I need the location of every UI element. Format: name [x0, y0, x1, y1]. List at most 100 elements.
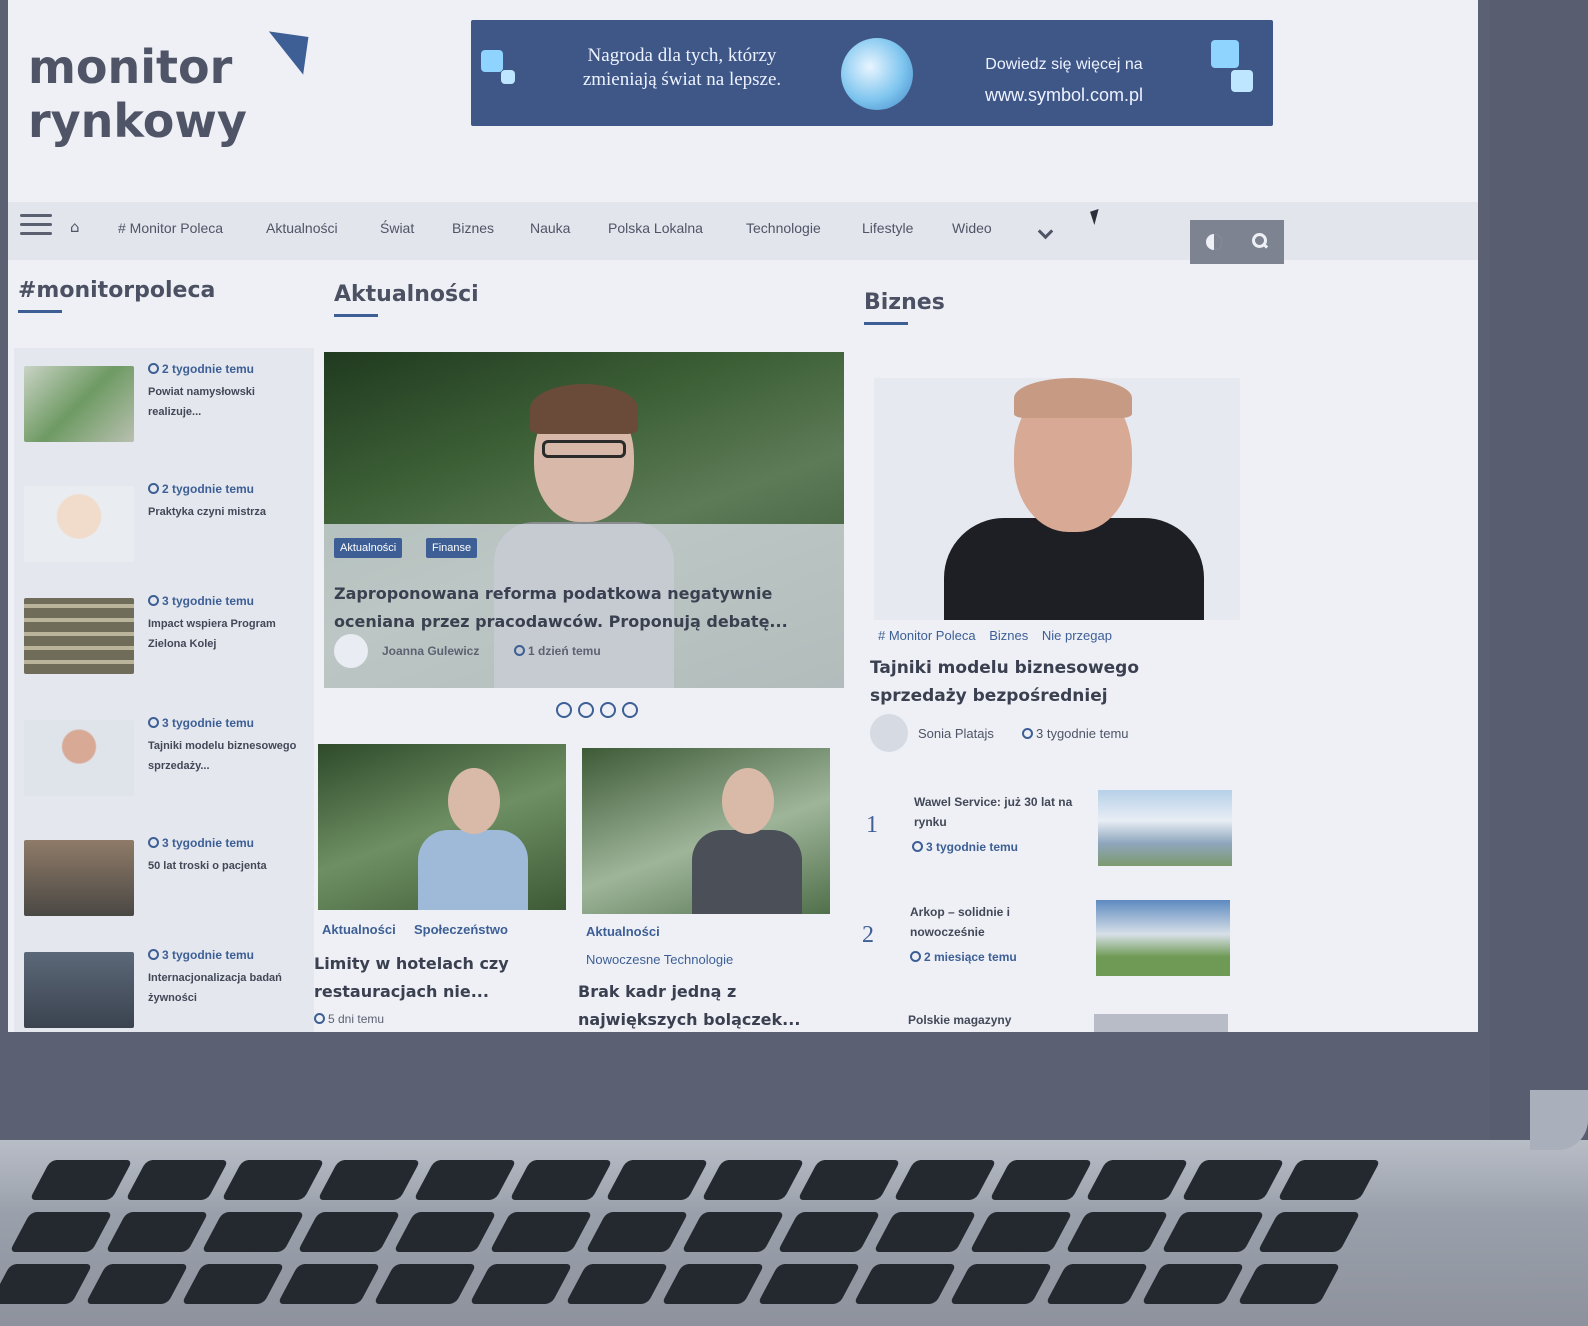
article-time: 2 tygodnie temu — [148, 362, 298, 376]
featured-time: 1 dzień temu — [514, 644, 601, 658]
tag-aktualnosci[interactable]: Aktualności — [334, 538, 403, 558]
featured-time-text: 1 dzień temu — [528, 644, 601, 658]
biznes-featured-photo[interactable] — [874, 378, 1240, 620]
laptop-photo: monitor rynkowy Nagroda dla tych, którzy… — [0, 0, 1588, 1326]
globe-icon — [841, 38, 913, 110]
ad-banner[interactable]: Nagroda dla tych, którzy zmieniają świat… — [471, 20, 1273, 126]
article-title[interactable]: 50 lat troski o pacjenta — [148, 856, 298, 876]
section-title-aktualnosci[interactable]: Aktualności — [334, 282, 479, 307]
list-item[interactable]: 3 tygodnie temu Tajniki modelu biznesowe… — [24, 706, 314, 806]
article-time: 3 tygodnie temu — [148, 836, 298, 850]
slider-dot[interactable] — [556, 702, 572, 718]
nav-tools — [1190, 220, 1284, 264]
banner-text-right-line1: Dowiedz się więcej na — [985, 56, 1143, 73]
clock-icon — [148, 363, 159, 374]
banner-url[interactable]: www.symbol.com.pl — [959, 80, 1169, 110]
logo-arrow-icon — [263, 31, 309, 75]
clock-icon — [1022, 728, 1033, 739]
clock-icon — [910, 951, 921, 962]
dark-mode-toggle-icon[interactable] — [1206, 234, 1222, 250]
nav-item-lifestyle[interactable]: Lifestyle — [862, 220, 913, 236]
article-time-text: 3 tygodnie temu — [162, 716, 255, 730]
article-image[interactable] — [582, 748, 830, 914]
card-time-text: 5 dni temu — [328, 1012, 385, 1026]
nav-item-wideo[interactable]: Wideo — [952, 220, 992, 236]
article-time-text: 3 tygodnie temu — [162, 948, 255, 962]
article-thumbnail[interactable] — [24, 486, 134, 562]
nav-item-biznes[interactable]: Biznes — [452, 220, 494, 236]
article-thumbnail[interactable] — [24, 720, 134, 796]
nav-item-swiat[interactable]: Świat — [380, 220, 414, 236]
slider-dot[interactable] — [600, 702, 616, 718]
biznes-category[interactable]: # Monitor Poleca — [878, 628, 976, 643]
hamburger-menu-icon[interactable] — [20, 214, 52, 238]
banner-text-left: Nagroda dla tych, którzy zmieniają świat… — [567, 44, 797, 92]
list-item[interactable]: 3 tygodnie temu Internacjonalizacja bada… — [24, 938, 314, 1032]
article-thumbnail[interactable] — [24, 598, 134, 674]
biznes-categories: # Monitor Poleca Biznes Nie przegap — [878, 628, 1122, 643]
article-title[interactable]: Powiat namysłowski realizuje... — [148, 382, 298, 422]
clock-icon — [148, 595, 159, 606]
card-category[interactable]: Aktualności — [322, 922, 396, 937]
list-item[interactable]: 3 tygodnie temu 50 lat troski o pacjenta — [24, 826, 314, 926]
biznes-author[interactable]: Sonia Platajs — [918, 726, 994, 741]
article-thumbnail[interactable] — [24, 366, 134, 442]
clock-icon — [148, 717, 159, 728]
nav-item-technologie[interactable]: Technologie — [746, 220, 821, 236]
nav-item-monitor-poleca[interactable]: # Monitor Poleca — [118, 220, 223, 236]
clock-icon — [514, 645, 525, 656]
ranked-time: 3 tygodnie temu — [912, 840, 1018, 854]
article-title[interactable]: Internacjonalizacja badań żywności — [148, 968, 298, 1008]
site-logo[interactable]: monitor rynkowy — [28, 31, 309, 148]
puzzle-icon — [1211, 40, 1239, 68]
clock-icon — [148, 483, 159, 494]
logo-line2: rynkowy — [28, 94, 247, 148]
puzzle-icon — [481, 50, 503, 72]
section-underline — [18, 310, 62, 313]
search-icon[interactable] — [1252, 233, 1268, 249]
ranked-title[interactable]: Polskie magazyny — [908, 1010, 1084, 1030]
featured-slide[interactable]: Aktualności Finanse Zaproponowana reform… — [324, 352, 844, 688]
featured-author[interactable]: Joanna Gulewicz — [382, 644, 479, 658]
biznes-category[interactable]: Nie przegap — [1042, 628, 1112, 643]
laptop-hinge — [1530, 1090, 1588, 1150]
article-thumbnail[interactable] — [24, 952, 134, 1028]
nav-item-aktualnosci[interactable]: Aktualności — [266, 220, 338, 236]
card-title[interactable]: Brak kadr jedną z największych bolączek.… — [578, 978, 838, 1032]
biznes-category[interactable]: Biznes — [989, 628, 1028, 643]
ranked-thumbnail[interactable] — [1096, 900, 1230, 976]
card-category[interactable]: Aktualności — [586, 924, 660, 939]
section-underline — [864, 322, 908, 325]
article-title[interactable]: Impact wspiera Program Zielona Kolej — [148, 614, 298, 654]
section-title-monitorpoleca[interactable]: #monitorpoleca — [18, 278, 215, 303]
puzzle-icon — [501, 70, 515, 84]
slider-dot[interactable] — [622, 702, 638, 718]
featured-title[interactable]: Zaproponowana reforma podatkowa negatywn… — [334, 580, 834, 636]
nav-item-polska-lokalna[interactable]: Polska Lokalna — [608, 220, 703, 236]
article-title[interactable]: Tajniki modelu biznesowego sprzedaży... — [148, 736, 298, 776]
list-item[interactable]: 2 tygodnie temu Praktyka czyni mistrza — [24, 472, 314, 572]
chevron-down-icon[interactable] — [1038, 226, 1052, 240]
section-title-biznes[interactable]: Biznes — [864, 290, 945, 315]
article-time: 2 tygodnie temu — [148, 482, 298, 496]
slider-dot[interactable] — [578, 702, 594, 718]
nav-item-nauka[interactable]: Nauka — [530, 220, 570, 236]
ranked-title[interactable]: Wawel Service: już 30 lat na rynku — [914, 792, 1090, 832]
card-category[interactable]: Nowoczesne Technologie — [586, 952, 733, 967]
article-thumbnail[interactable] — [24, 840, 134, 916]
article-time-text: 2 tygodnie temu — [162, 362, 255, 376]
list-item[interactable]: 2 tygodnie temu Powiat namysłowski reali… — [24, 352, 314, 452]
home-icon[interactable]: ⌂ — [70, 218, 80, 236]
ranked-thumbnail[interactable] — [1094, 1014, 1228, 1032]
biznes-title[interactable]: Tajniki modelu biznesowego sprzedaży bez… — [870, 654, 1200, 710]
article-title[interactable]: Praktyka czyni mistrza — [148, 502, 298, 522]
tag-finanse[interactable]: Finanse — [426, 538, 478, 558]
author-avatar — [334, 634, 368, 668]
article-image[interactable] — [318, 744, 566, 910]
card-category[interactable]: Społeczeństwo — [414, 922, 508, 937]
rank-number: 2 — [862, 922, 874, 948]
ranked-thumbnail[interactable] — [1098, 790, 1232, 866]
ranked-title[interactable]: Arkop – solidnie i nowocześnie — [910, 902, 1086, 942]
list-item[interactable]: 3 tygodnie temu Impact wspiera Program Z… — [24, 584, 314, 684]
card-title[interactable]: Limity w hotelach czy restauracjach nie.… — [314, 950, 554, 1006]
